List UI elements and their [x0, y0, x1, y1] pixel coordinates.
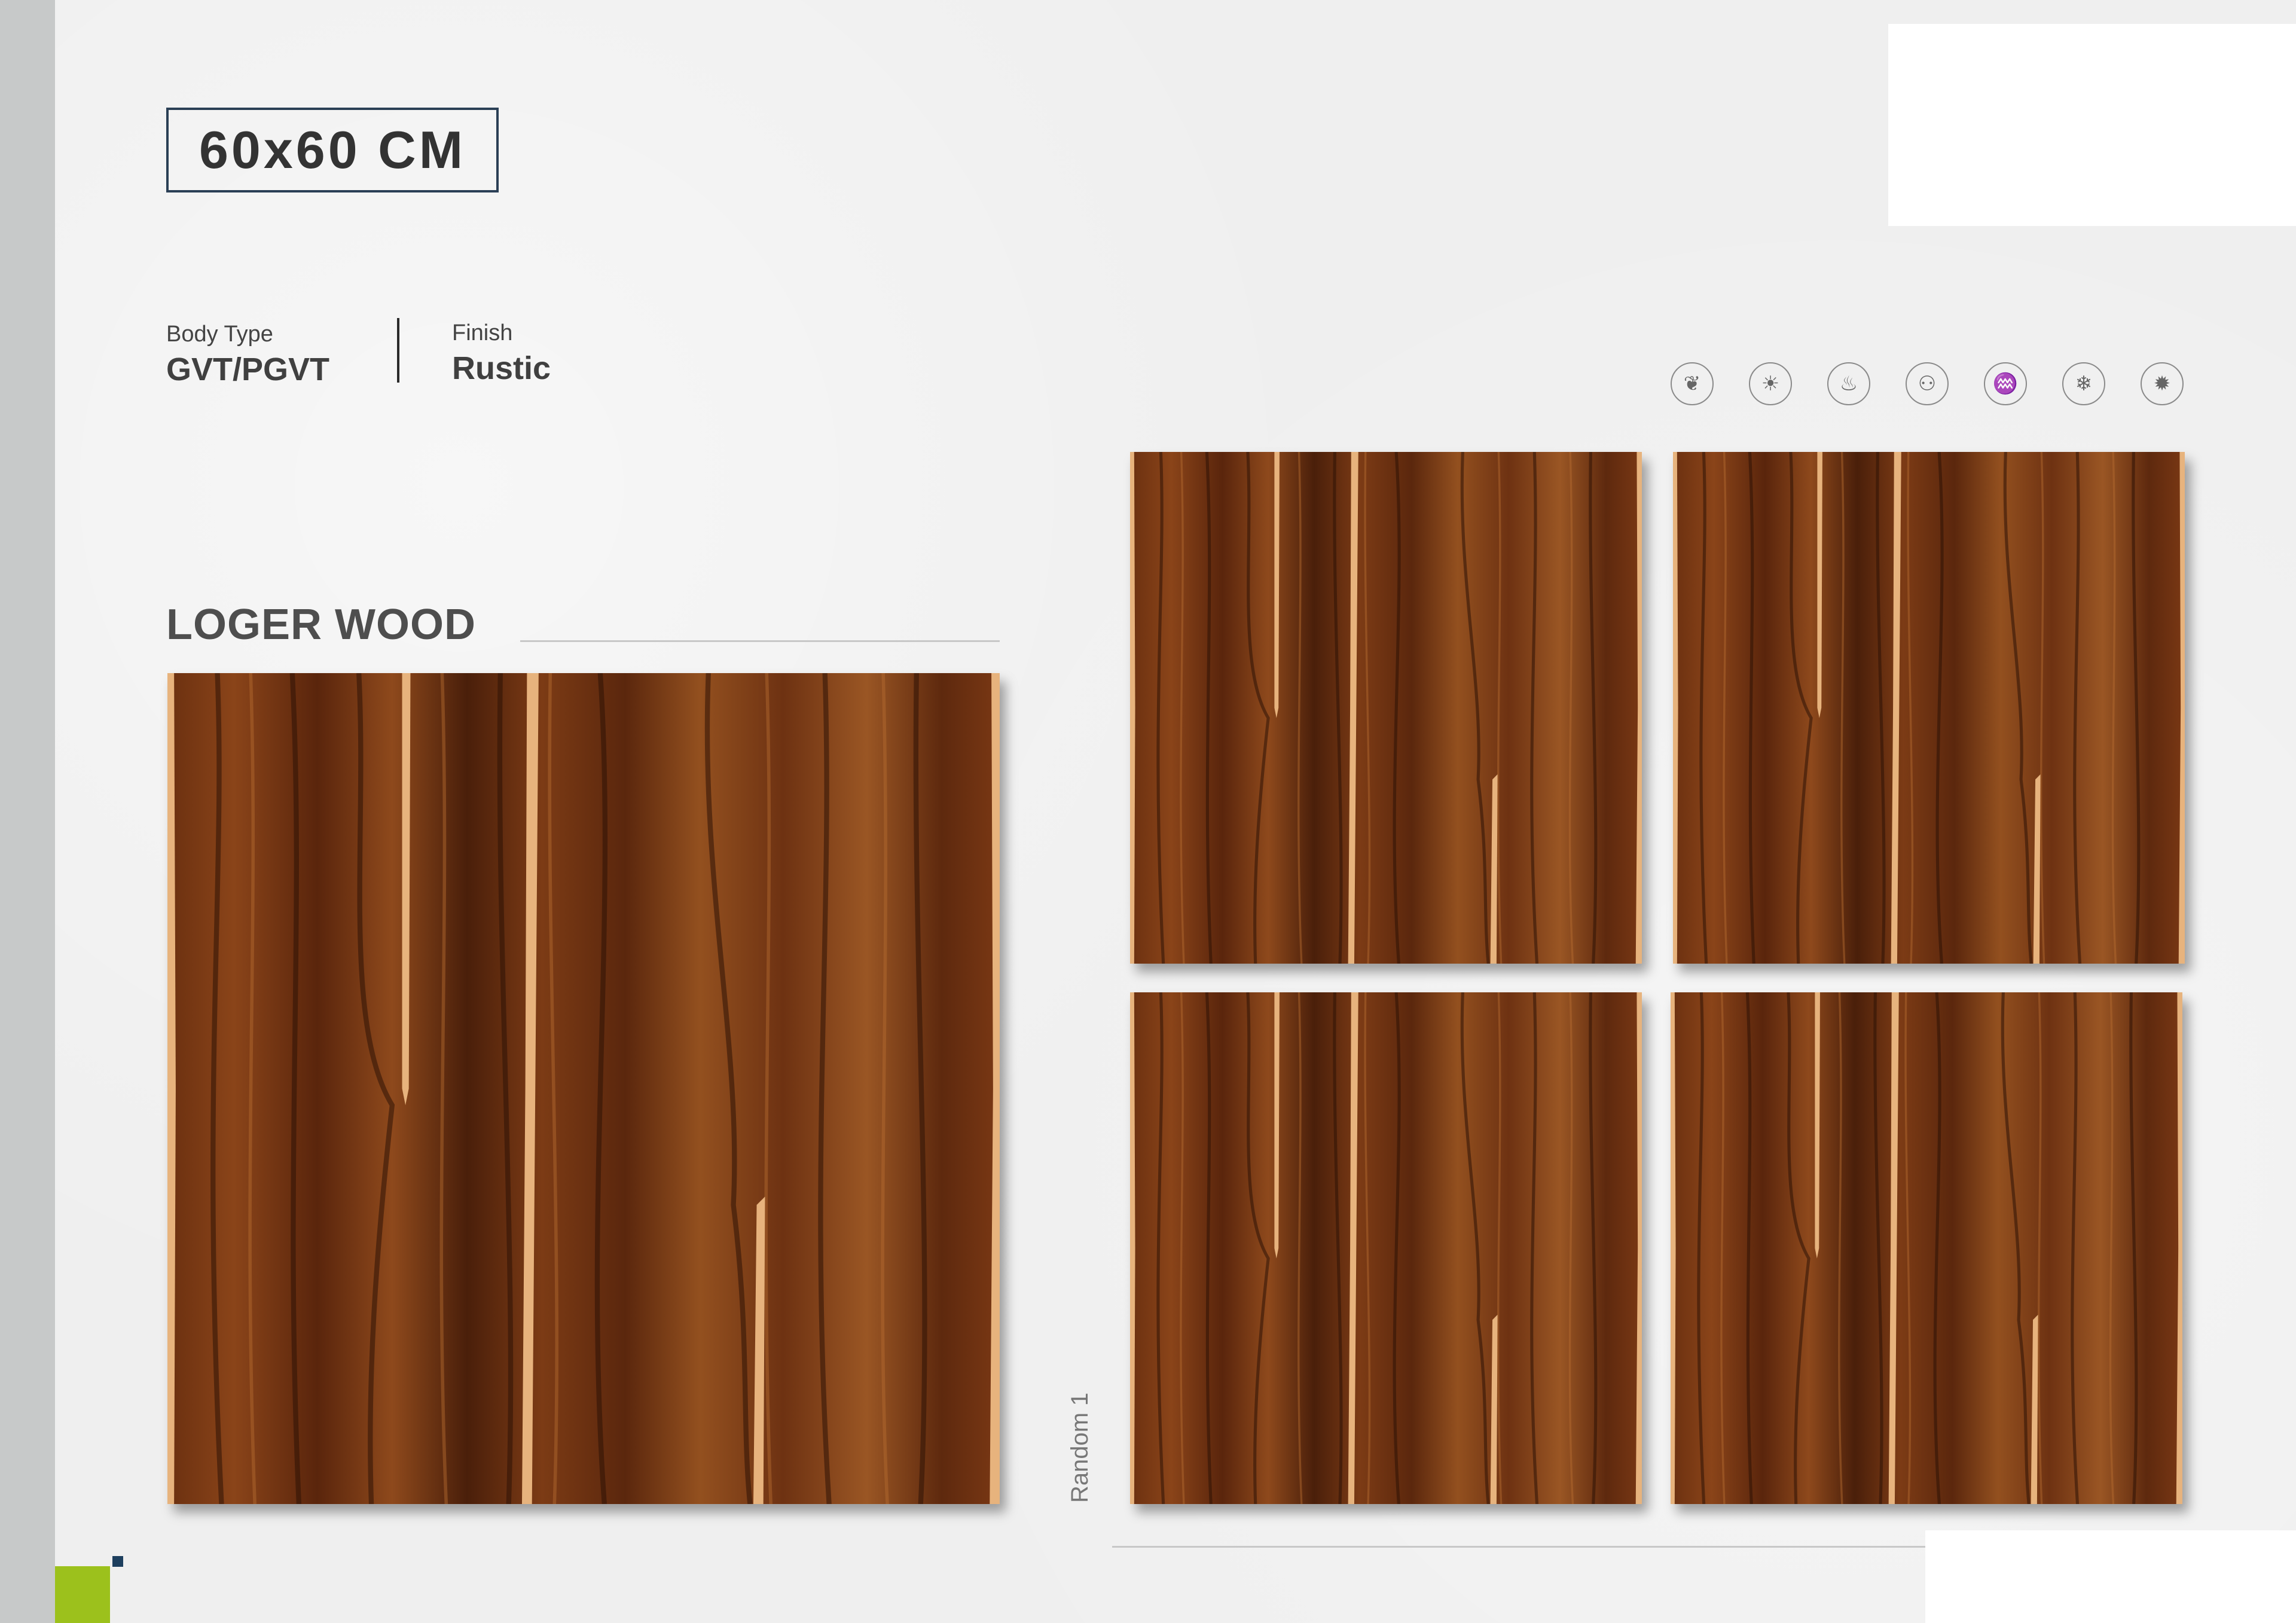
wood-texture [1671, 992, 2182, 1504]
title-rule [520, 640, 1000, 642]
size-text: 60x60 CM [199, 120, 466, 179]
spec-label: Body Type [166, 322, 273, 347]
gear-icon: ✹ [2141, 362, 2184, 405]
fire-icon: ♨ [1827, 362, 1870, 405]
main-tile-image [167, 673, 1000, 1504]
left-grey-strip [0, 0, 55, 1623]
bottom-right-white-panel [1925, 1530, 2296, 1623]
leaf-icon: ❦ [1671, 362, 1714, 405]
corner-green-square [55, 1566, 110, 1623]
people-icon: ⚇ [1906, 362, 1949, 405]
bathtub-icon: ♒ [1984, 362, 2027, 405]
wood-texture [1130, 992, 1642, 1504]
wood-texture [167, 673, 1000, 1504]
variant-label: Random 1 [1067, 1392, 1093, 1503]
sun-icon: ☀ [1749, 362, 1792, 405]
corner-navy-square [112, 1556, 123, 1567]
wood-texture [1673, 452, 2185, 964]
variant-tile-4 [1671, 992, 2182, 1504]
variant-tile-2 [1673, 452, 2185, 964]
spec-finish: Finish Rustic [452, 320, 551, 387]
bottom-rule [1112, 1546, 1925, 1548]
wood-texture [1130, 452, 1642, 964]
size-badge: 60x60 CM [166, 108, 499, 192]
feature-icons-row: ❦ ☀ ♨ ⚇ ♒ ❄ ✹ [1671, 362, 2185, 408]
variant-tile-1 [1130, 452, 1642, 964]
spec-label: Finish [452, 320, 513, 346]
snowflake-icon: ❄ [2062, 362, 2105, 405]
spec-value: GVT/PGVT [166, 352, 330, 387]
top-right-white-panel [1888, 24, 2296, 226]
spec-divider [397, 318, 399, 383]
spec-value: Rustic [452, 350, 551, 386]
variant-tile-3 [1130, 992, 1642, 1504]
product-title: LOGER WOOD [166, 601, 476, 649]
spec-body-type: Body Type GVT/PGVT [166, 322, 329, 388]
